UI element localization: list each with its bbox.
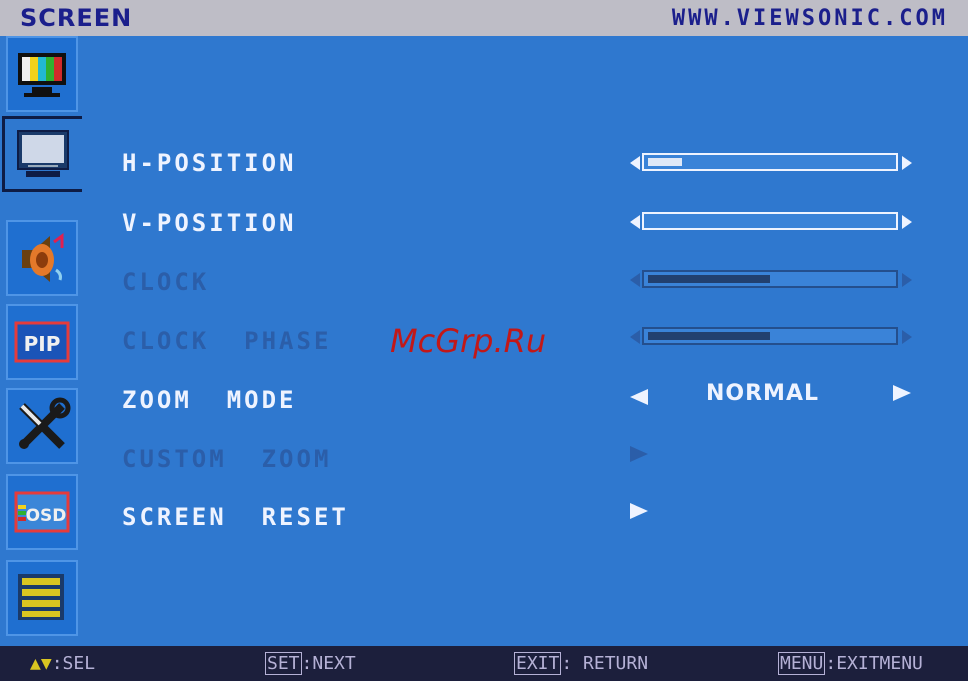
sidebar-item-color[interactable] [6, 36, 78, 112]
footer-next-hint: SET:NEXT [265, 652, 356, 675]
svg-text:PIP: PIP [24, 332, 61, 356]
sidebar-item-menu[interactable] [6, 560, 78, 636]
sidebar-item-audio[interactable] [6, 220, 78, 296]
footer-exit-menu-hint: MENU:EXITMENU [778, 652, 923, 675]
sidebar-item-osd[interactable]: OSD [6, 474, 78, 550]
title-bar: SCREEN WWW.VIEWSONIC.COM [0, 0, 968, 36]
svg-text:OSD: OSD [26, 506, 67, 526]
increase-arrow-icon [902, 273, 912, 287]
exit-key: EXIT [514, 652, 562, 675]
zoom-next-arrow-icon[interactable] [893, 385, 911, 401]
decrease-arrow-icon [630, 330, 640, 344]
footer-return-hint: EXIT: RETURN [514, 652, 649, 675]
set-key: SET [265, 652, 302, 675]
slider-track[interactable] [642, 153, 898, 171]
menu-item-screen-reset[interactable]: SCREEN RESET [122, 503, 349, 531]
osd-icon: OSD [14, 491, 70, 533]
decrease-arrow-icon[interactable] [630, 156, 640, 170]
slider-fill [648, 275, 770, 283]
slider-track [642, 327, 898, 345]
menu-item-v-position[interactable]: V-POSITION [122, 209, 297, 237]
menu-item-h-position[interactable]: H-POSITION [122, 149, 297, 177]
slider-fill [648, 332, 770, 340]
increase-arrow-icon[interactable] [902, 215, 912, 229]
audio-icon [22, 233, 64, 282]
screen-icon [16, 130, 69, 177]
category-sidebar: PIP OSD [0, 36, 82, 648]
setup-tools-icon [19, 397, 71, 449]
osd-frame: SCREEN WWW.VIEWSONIC.COM PIP OSD H-POSIT… [0, 0, 968, 681]
decrease-arrow-icon [630, 273, 640, 287]
updown-arrows-icon: ▲▼ [30, 653, 52, 674]
clock-phase-slider [630, 325, 912, 349]
h-position-slider[interactable] [630, 151, 912, 175]
menu-item-zoom-mode[interactable]: ZOOM MODE [122, 386, 297, 414]
menu-item-clock: CLOCK [122, 268, 210, 296]
enter-arrow-icon[interactable] [630, 503, 648, 519]
enter-arrow-icon [630, 446, 648, 462]
pip-icon: PIP [14, 321, 70, 363]
color-icon [18, 53, 66, 97]
watermark-text: McGrp.Ru [390, 322, 547, 360]
menu-item-clock-phase: CLOCK PHASE [122, 327, 332, 355]
sidebar-item-screen[interactable] [2, 116, 82, 192]
sidebar-item-setup[interactable] [6, 388, 78, 464]
slider-track [642, 270, 898, 288]
website-label: WWW.VIEWSONIC.COM [671, 6, 948, 31]
zoom-prev-arrow-icon[interactable] [630, 389, 648, 405]
sidebar-item-pip[interactable]: PIP [6, 304, 78, 380]
menu-key: MENU [778, 652, 826, 675]
decrease-arrow-icon[interactable] [630, 215, 640, 229]
footer-help-bar: ▲▼:SEL SET:NEXT EXIT: RETURN MENU:EXITME… [0, 646, 968, 681]
menu-item-custom-zoom: CUSTOM ZOOM [122, 445, 332, 473]
menu-list-icon [18, 574, 64, 620]
v-position-slider[interactable] [630, 210, 912, 234]
slider-fill [648, 158, 682, 166]
zoom-mode-value: NORMAL [706, 381, 819, 406]
increase-arrow-icon [902, 330, 912, 344]
slider-track[interactable] [642, 212, 898, 230]
menu-title: SCREEN [20, 4, 133, 32]
increase-arrow-icon[interactable] [902, 156, 912, 170]
clock-slider [630, 268, 912, 292]
footer-select-hint: ▲▼:SEL [30, 653, 96, 674]
